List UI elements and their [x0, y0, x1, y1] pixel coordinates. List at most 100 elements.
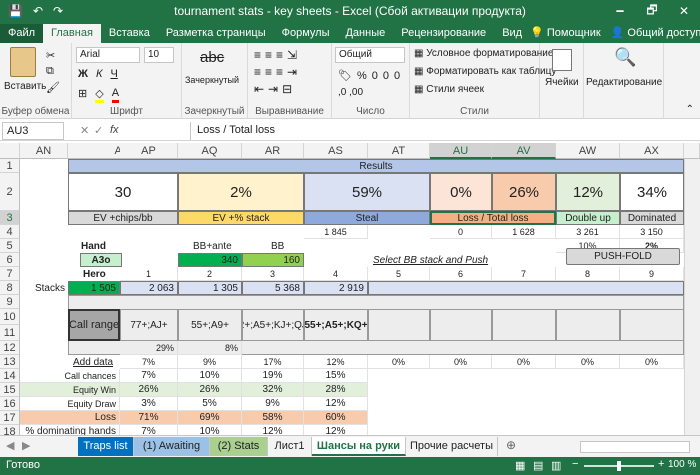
column-header[interactable]: AV: [492, 143, 556, 159]
total-loss-value[interactable]: 26%: [492, 173, 556, 211]
steal-value[interactable]: 59%: [304, 173, 430, 211]
row-header[interactable]: 1: [0, 159, 20, 173]
stat-value[interactable]: 58%: [242, 411, 304, 425]
stack-value[interactable]: 1 505: [68, 281, 120, 295]
stack-value[interactable]: 2 919: [304, 281, 368, 295]
column-header[interactable]: AN: [20, 143, 68, 159]
conditional-formatting-button[interactable]: ▦ Условное форматирование: [414, 48, 553, 59]
horizontal-scrollbar[interactable]: [580, 441, 690, 453]
view-normal-icon[interactable]: ▦: [515, 459, 525, 472]
zoom-level[interactable]: 100 %: [668, 459, 696, 470]
share-button[interactable]: 👤 Общий доступ: [611, 24, 700, 43]
double-up-label[interactable]: Double up: [556, 211, 620, 225]
paste-button[interactable]: Вставить: [4, 81, 46, 92]
call-range-value[interactable]: 55+;A9+: [178, 309, 242, 341]
stat-value[interactable]: 71%: [120, 411, 178, 425]
view-page-break-icon[interactable]: ▥: [551, 459, 561, 472]
stat-value[interactable]: 28%: [304, 383, 368, 397]
enter-icon[interactable]: ✓: [94, 124, 103, 137]
ev-chips-label[interactable]: EV +chips/bb: [68, 211, 178, 225]
zoom-out-icon[interactable]: −: [572, 458, 578, 470]
cell-av4[interactable]: 1 628: [492, 225, 556, 239]
sheet-tab-other-calcs[interactable]: Прочие расчеты: [406, 437, 498, 456]
call-range-value[interactable]: 22+;A5+;KJ+;QJ+: [242, 309, 304, 341]
next-sheet-icon[interactable]: ▶: [22, 439, 30, 452]
collapse-ribbon-icon[interactable]: ⌃: [686, 104, 694, 115]
call-range-value[interactable]: 77+;AJ+: [120, 309, 178, 341]
tab-formulas[interactable]: Формулы: [274, 24, 338, 43]
zoom-slider[interactable]: [584, 461, 654, 471]
underline-button[interactable]: Ч: [110, 68, 117, 80]
view-page-layout-icon[interactable]: ▤: [533, 459, 543, 472]
add-data-value[interactable]: 17%: [242, 355, 304, 369]
sheet-tab-stats[interactable]: (2) Stats: [210, 437, 268, 456]
row-header[interactable]: 9: [0, 295, 20, 309]
double-up-value[interactable]: 12%: [556, 173, 620, 211]
tab-file[interactable]: Файл: [0, 24, 44, 43]
cells-icon[interactable]: [552, 49, 572, 71]
font-color-icon[interactable]: A: [111, 87, 120, 103]
stat-value[interactable]: 12%: [242, 425, 304, 435]
stat-value[interactable]: 15%: [304, 369, 368, 383]
sheet-tab-list1[interactable]: Лист1: [268, 437, 312, 456]
stat-value[interactable]: 32%: [242, 383, 304, 397]
add-data-value[interactable]: 0%: [620, 355, 684, 369]
stat-value[interactable]: 5%: [178, 397, 242, 411]
cut-icon[interactable]: ✂: [46, 49, 55, 62]
cell-aw4[interactable]: 3 261: [556, 225, 620, 239]
column-header[interactable]: AP: [120, 143, 178, 159]
bb-value[interactable]: 160: [242, 253, 304, 267]
row-header[interactable]: 13: [0, 355, 20, 369]
row-header[interactable]: 18: [0, 425, 20, 435]
stat-value[interactable]: 26%: [120, 383, 178, 397]
stat-value[interactable]: 19%: [242, 369, 304, 383]
results-header[interactable]: Results: [68, 159, 684, 173]
zoom-thumb[interactable]: [617, 461, 621, 471]
row-header[interactable]: 12: [0, 341, 20, 355]
column-header[interactable]: AX: [620, 143, 684, 159]
cell-aq13[interactable]: 8%: [178, 341, 242, 355]
stat-value[interactable]: 7%: [120, 425, 178, 435]
row-header[interactable]: 17: [0, 411, 20, 425]
bold-button[interactable]: Ж: [78, 68, 88, 80]
format-painter-icon[interactable]: 🖌: [46, 81, 60, 94]
loss-value[interactable]: 0%: [430, 173, 492, 211]
add-data-value[interactable]: 0%: [492, 355, 556, 369]
formula-input[interactable]: Loss / Total loss: [190, 122, 698, 140]
row-header[interactable]: 8: [0, 281, 20, 295]
row-header[interactable]: 2: [0, 173, 20, 211]
hand-value[interactable]: A3o: [80, 253, 122, 267]
stat-value[interactable]: 12%: [304, 397, 368, 411]
paste-icon[interactable]: [10, 47, 36, 77]
row-header[interactable]: 10: [0, 309, 20, 325]
stat-value[interactable]: 10%: [178, 425, 242, 435]
cells-button[interactable]: Ячейки: [545, 77, 579, 88]
vertical-scrollbar[interactable]: [684, 159, 700, 435]
row-header[interactable]: 14: [0, 369, 20, 383]
stat-value[interactable]: 26%: [178, 383, 242, 397]
tab-home[interactable]: Главная: [43, 24, 101, 43]
cell-au4[interactable]: 0: [430, 225, 492, 239]
add-sheet-icon[interactable]: ⊕: [506, 438, 516, 452]
sheet-tab-traps[interactable]: Traps list: [78, 437, 134, 456]
steal-label[interactable]: Steal: [304, 211, 430, 225]
ev-stack-label[interactable]: EV +% stack: [178, 211, 304, 225]
tab-insert[interactable]: Вставка: [101, 24, 158, 43]
stat-value[interactable]: 7%: [120, 369, 178, 383]
column-header[interactable]: AR: [242, 143, 304, 159]
worksheet[interactable]: AN AO AP AQ AR AS AT AU AV AW AX 1 2 3 4…: [0, 143, 700, 435]
copy-icon[interactable]: ⧉: [46, 65, 54, 78]
align-icons[interactable]: ≡≡≡⇲ ≡≡≡⇥ ⇤⇥⊟: [254, 47, 301, 98]
help-search[interactable]: 💡 Помощник: [530, 24, 601, 43]
ev-stack-value[interactable]: 2%: [178, 173, 304, 211]
tab-view[interactable]: Вид: [494, 24, 530, 43]
stat-value[interactable]: 9%: [242, 397, 304, 411]
number-format-select[interactable]: Общий: [335, 47, 405, 63]
cell-styles-button[interactable]: ▦ Стили ячеек: [414, 84, 484, 95]
cell-as4[interactable]: 1 845: [304, 225, 368, 239]
stat-value[interactable]: 10%: [178, 369, 242, 383]
fill-color-icon[interactable]: ◇: [95, 87, 104, 103]
stat-value[interactable]: 3%: [120, 397, 178, 411]
tab-page-layout[interactable]: Разметка страницы: [158, 24, 274, 43]
column-header[interactable]: AQ: [178, 143, 242, 159]
